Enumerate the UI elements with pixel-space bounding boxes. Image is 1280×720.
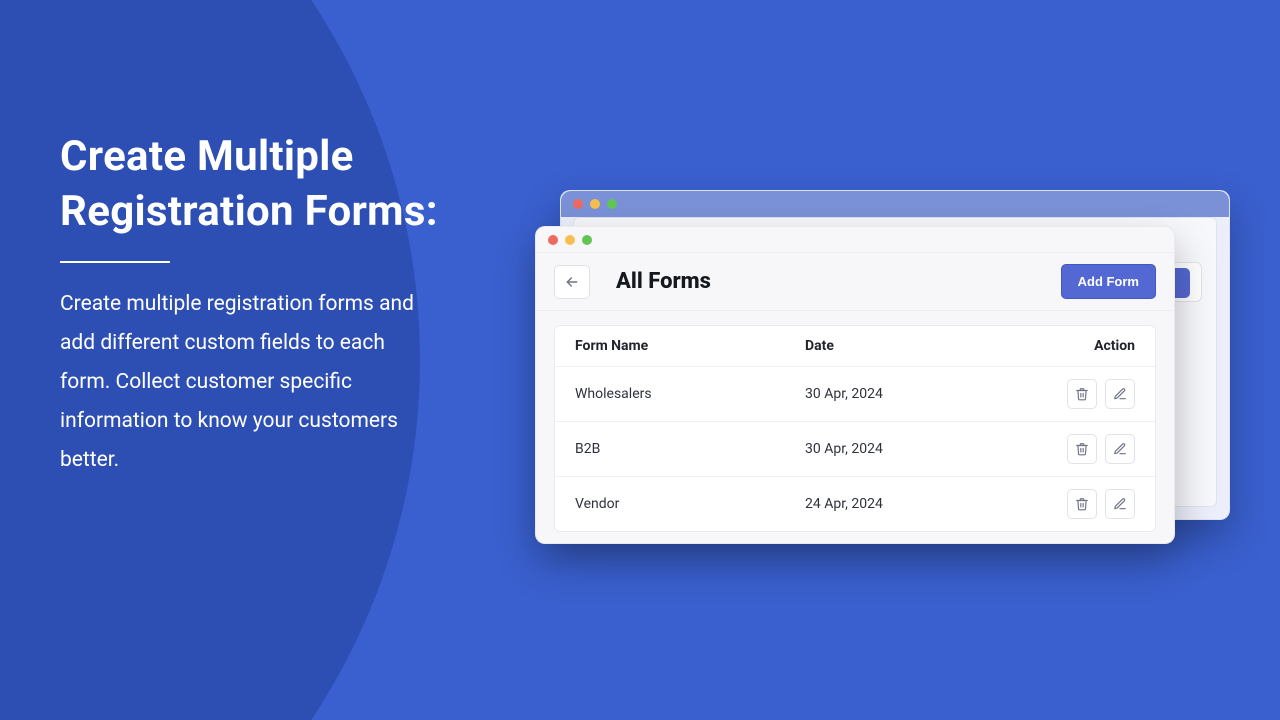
cell-date: 30 Apr, 2024 — [805, 386, 1025, 402]
app-window: All Forms Add Form Form Name Date Action… — [535, 226, 1175, 544]
table-header: Form Name Date Action — [555, 326, 1155, 367]
table-row: Vendor 24 Apr, 2024 — [555, 477, 1155, 531]
cell-name: Vendor — [575, 496, 805, 512]
window-close-dot — [573, 199, 583, 209]
col-action: Action — [1025, 338, 1135, 354]
delete-button[interactable] — [1067, 489, 1097, 519]
pencil-icon — [1113, 387, 1127, 401]
pencil-icon — [1113, 497, 1127, 511]
add-form-button[interactable]: Add Form — [1061, 264, 1156, 299]
pencil-icon — [1113, 442, 1127, 456]
cell-name: Wholesalers — [575, 386, 805, 402]
edit-button[interactable] — [1105, 434, 1135, 464]
trash-icon — [1075, 497, 1089, 511]
col-date: Date — [805, 338, 1025, 354]
cell-date: 24 Apr, 2024 — [805, 496, 1025, 512]
arrow-left-icon — [564, 274, 580, 290]
table-row: Wholesalers 30 Apr, 2024 — [555, 367, 1155, 422]
edit-button[interactable] — [1105, 489, 1135, 519]
window-min-dot — [590, 199, 600, 209]
delete-button[interactable] — [1067, 379, 1097, 409]
cell-name: B2B — [575, 441, 805, 457]
marketing-body: Create multiple registration forms and a… — [60, 285, 440, 479]
window-max-dot[interactable] — [582, 235, 592, 245]
col-form-name: Form Name — [575, 338, 805, 354]
delete-button[interactable] — [1067, 434, 1097, 464]
edit-button[interactable] — [1105, 379, 1135, 409]
window-close-dot[interactable] — [548, 235, 558, 245]
window-max-dot — [607, 199, 617, 209]
divider — [60, 261, 170, 263]
window-min-dot[interactable] — [565, 235, 575, 245]
trash-icon — [1075, 442, 1089, 456]
forms-table: Form Name Date Action Wholesalers 30 Apr… — [554, 325, 1156, 532]
table-row: B2B 30 Apr, 2024 — [555, 422, 1155, 477]
trash-icon — [1075, 387, 1089, 401]
back-button[interactable] — [554, 265, 590, 299]
marketing-heading: Create Multiple Registration Forms: — [60, 130, 460, 239]
cell-date: 30 Apr, 2024 — [805, 441, 1025, 457]
page-title: All Forms — [616, 269, 711, 294]
